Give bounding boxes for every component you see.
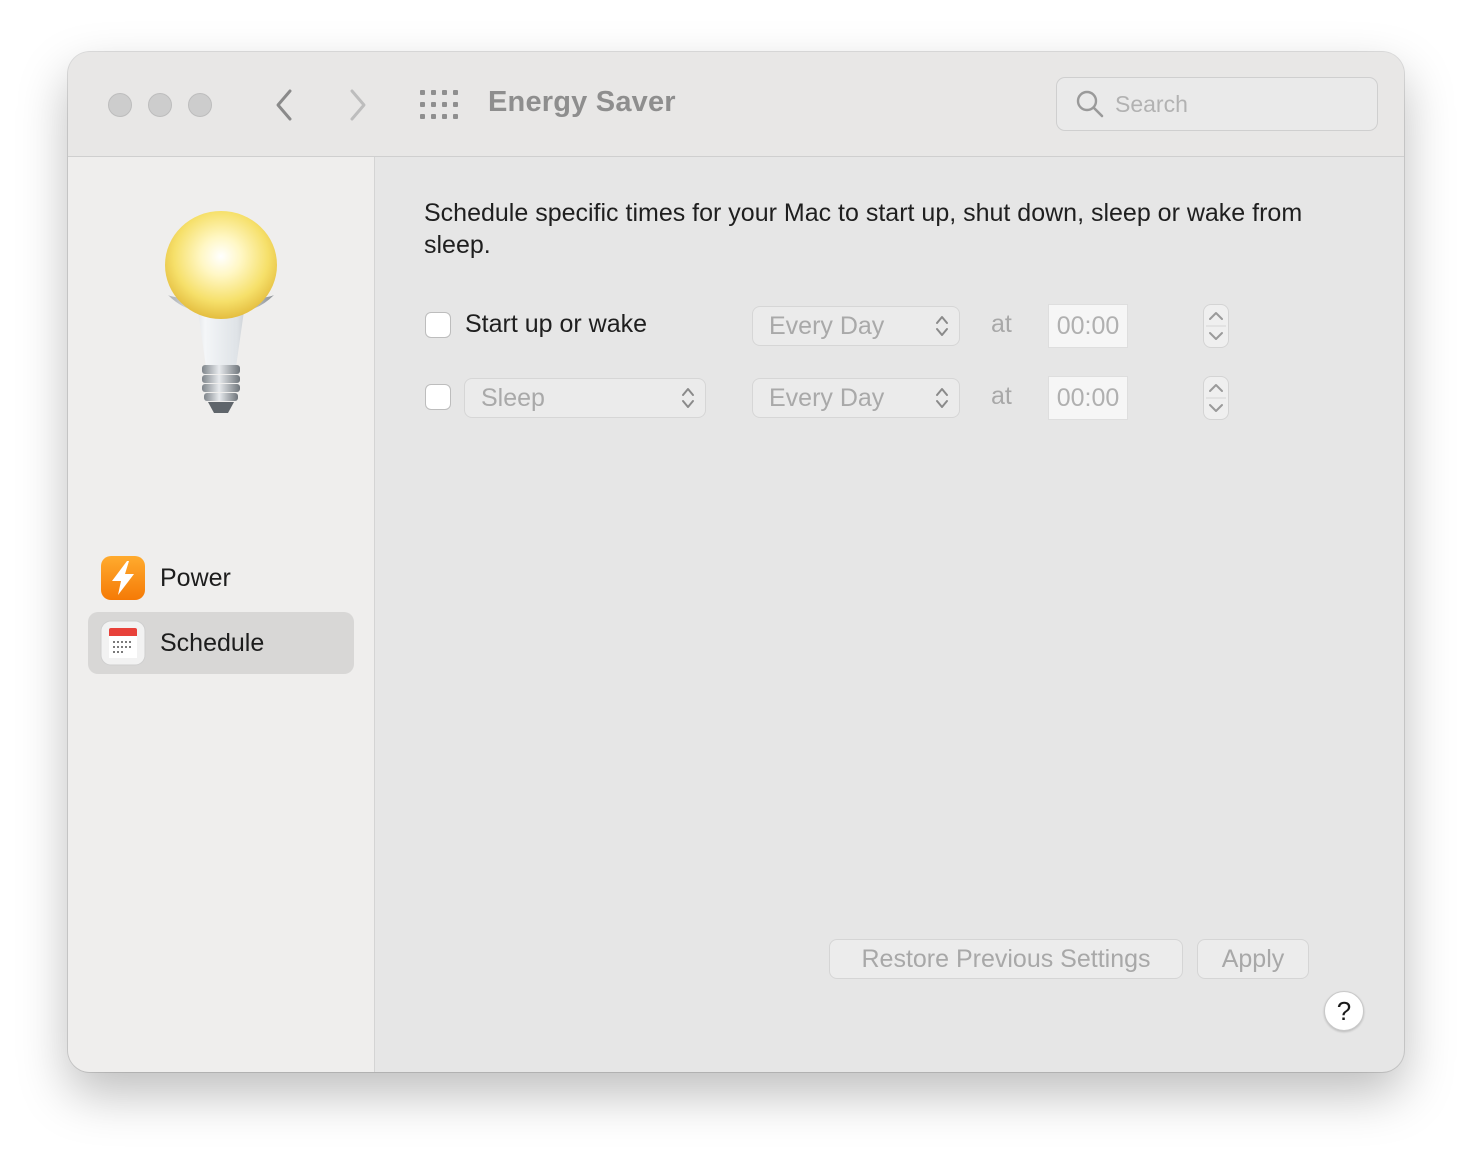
- sidebar: Power Schedule: [68, 157, 375, 1072]
- minimize-button[interactable]: [148, 93, 172, 117]
- schedule-pane: Schedule specific times for your Mac to …: [375, 157, 1404, 1072]
- sleep-day-popup[interactable]: Every Day: [752, 378, 960, 418]
- zoom-button[interactable]: [188, 93, 212, 117]
- grid-icon: [420, 90, 458, 119]
- schedule-description: Schedule specific times for your Mac to …: [424, 199, 1303, 259]
- title-bar: Energy Saver: [68, 52, 1404, 157]
- sleep-time-stepper[interactable]: [1203, 376, 1229, 420]
- startup-day-value: Every Day: [769, 311, 885, 340]
- back-button[interactable]: [266, 85, 302, 125]
- search-field[interactable]: [1056, 77, 1378, 131]
- sleep-at-label: at: [991, 382, 1012, 410]
- energy-saver-window: Energy Saver Search Power Schedule Sched…: [68, 52, 1404, 1072]
- search-icon: [1076, 90, 1104, 118]
- sidebar-item-label: Schedule: [160, 628, 265, 657]
- show-all-grid-button[interactable]: [420, 90, 458, 120]
- sidebar-item-power[interactable]: Power: [88, 547, 354, 609]
- calendar-icon: [100, 620, 146, 666]
- light-bulb-icon: [165, 211, 277, 413]
- restore-previous-settings-button[interactable]: Restore Previous Settings: [829, 939, 1183, 979]
- sleep-day-value: Every Day: [769, 383, 885, 412]
- startup-time-stepper[interactable]: [1203, 304, 1229, 348]
- lightning-bolt-icon: [101, 556, 145, 600]
- startup-time-field[interactable]: 00:00: [1048, 304, 1128, 348]
- chevron-left-icon: [276, 89, 292, 121]
- stepper-arrows-icon: [1206, 312, 1226, 340]
- forward-button[interactable]: [340, 85, 376, 125]
- up-down-chevron-icon: [682, 388, 694, 408]
- help-button[interactable]: ?: [1324, 991, 1364, 1031]
- startup-wake-label: Start up or wake: [465, 310, 648, 338]
- apply-button[interactable]: Apply: [1197, 939, 1309, 979]
- chevron-right-icon: [350, 89, 366, 121]
- window-title: Energy Saver: [488, 86, 676, 118]
- startup-at-label: at: [991, 310, 1012, 338]
- stepper-arrows-icon: [1206, 384, 1226, 412]
- sidebar-item-schedule[interactable]: Schedule: [88, 612, 354, 674]
- up-down-chevron-icon: [936, 316, 948, 336]
- sleep-action-value: Sleep: [481, 383, 545, 412]
- sleep-checkbox[interactable]: [425, 384, 451, 410]
- sidebar-item-label: Power: [160, 563, 231, 592]
- up-down-chevron-icon: [936, 388, 948, 408]
- startup-wake-checkbox[interactable]: [425, 312, 451, 338]
- sleep-time-field[interactable]: 00:00: [1048, 376, 1128, 420]
- startup-day-popup[interactable]: Every Day: [752, 306, 960, 346]
- search-input[interactable]: [1113, 89, 1357, 119]
- sleep-action-popup[interactable]: Sleep: [464, 378, 706, 418]
- close-button[interactable]: [108, 93, 132, 117]
